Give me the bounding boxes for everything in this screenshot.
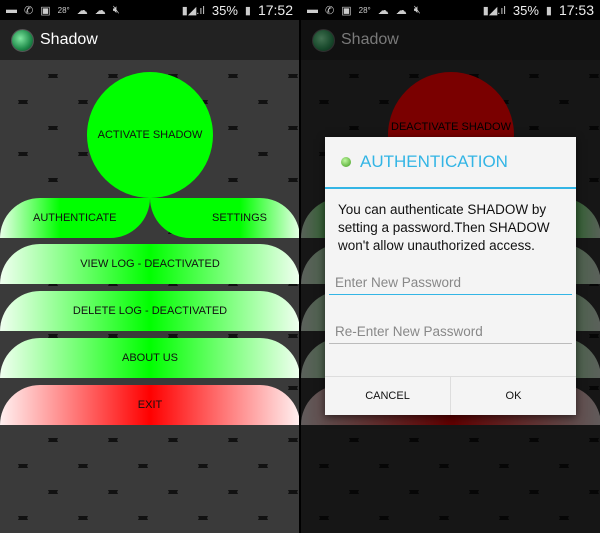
about-us-button[interactable]: ABOUT US	[0, 338, 299, 378]
app-title: Shadow	[40, 31, 98, 48]
mute-icon: 🔇︎	[112, 3, 120, 16]
screen-main: ▬ ✆ ▣ 28° ☁ ☁ 🔇︎ ▮◢.ıl 35% ▮ 17:52 Shado…	[0, 0, 299, 533]
new-password-input[interactable]	[335, 275, 572, 290]
cancel-button[interactable]: CANCEL	[325, 377, 451, 415]
viber-icon: ✆	[325, 4, 335, 17]
app-title: Shadow	[341, 31, 399, 48]
weather-temp: 28°	[57, 5, 70, 15]
weather-temp: 28°	[358, 5, 371, 15]
app-bar: Shadow	[301, 20, 600, 60]
gallery-icon: ▣	[341, 4, 352, 17]
mute-icon: 🔇︎	[413, 3, 421, 16]
activate-shadow-button[interactable]: ACTIVATE SHADOW	[87, 72, 213, 198]
main-menu: ACTIVATE SHADOW AUTHENTICATE SETTINGS VI…	[0, 60, 299, 533]
authenticate-button[interactable]: AUTHENTICATE	[0, 198, 150, 238]
clock: 17:52	[257, 2, 293, 18]
signal-icon: ▮◢.ıl	[482, 4, 506, 17]
cloud-icon: ☁	[377, 4, 389, 17]
status-bar: ▬ ✆ ▣ 28° ☁ ☁ 🔇︎ ▮◢.ıl 35% ▮ 17:53	[301, 0, 600, 20]
delete-log-button[interactable]: DELETE LOG - DEACTIVATED	[0, 291, 299, 331]
dialog-header: AUTHENTICATION	[325, 137, 576, 189]
ok-button[interactable]: OK	[451, 377, 576, 415]
battery-icon: ▮	[545, 4, 552, 17]
exit-button[interactable]: EXIT	[0, 385, 299, 425]
new-password-field[interactable]	[329, 268, 572, 295]
dialog-message: You can authenticate SHADOW by setting a…	[338, 202, 550, 253]
gallery-icon: ▣	[40, 4, 51, 17]
authentication-dialog: AUTHENTICATION You can authenticate SHAD…	[325, 137, 576, 415]
battery-percent: 35%	[512, 2, 539, 18]
battery-percent: 35%	[211, 2, 238, 18]
shadow-logo-icon	[312, 28, 335, 52]
signal-icon: ▮◢.ıl	[181, 4, 205, 17]
message-icon: ▬	[6, 4, 17, 16]
confirm-password-field[interactable]	[329, 317, 572, 344]
message-icon: ▬	[307, 4, 318, 16]
status-bar: ▬ ✆ ▣ 28° ☁ ☁ 🔇︎ ▮◢.ıl 35% ▮ 17:52	[0, 0, 299, 20]
dialog-title: AUTHENTICATION	[360, 152, 508, 171]
cloud-icon: ☁	[395, 4, 407, 17]
clock: 17:53	[558, 2, 594, 18]
viber-icon: ✆	[24, 4, 34, 17]
cloud-icon: ☁	[94, 4, 106, 17]
confirm-password-input[interactable]	[335, 324, 572, 339]
dialog-buttons: CANCEL OK	[325, 376, 576, 415]
shadow-logo-icon	[11, 28, 34, 52]
battery-icon: ▮	[244, 4, 251, 17]
view-log-button[interactable]: VIEW LOG - DEACTIVATED	[0, 244, 299, 284]
cloud-icon: ☁	[76, 4, 88, 17]
app-bar: Shadow	[0, 20, 299, 60]
screen-authentication: ▬ ✆ ▣ 28° ☁ ☁ 🔇︎ ▮◢.ıl 35% ▮ 17:53 Shado…	[301, 0, 600, 533]
shadow-icon	[341, 157, 351, 167]
settings-button[interactable]: SETTINGS	[150, 198, 299, 238]
